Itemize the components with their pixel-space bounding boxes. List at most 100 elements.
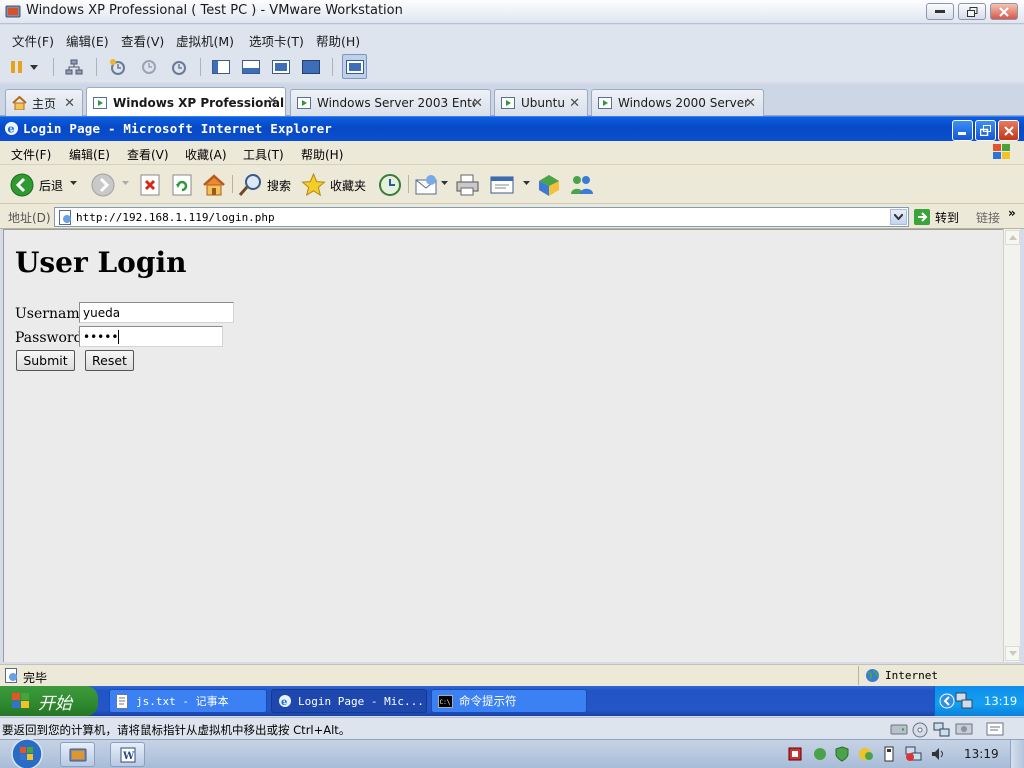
sidebar-view-icon[interactable]	[210, 56, 232, 78]
address-input[interactable]: http://192.168.1.119/login.php	[54, 207, 909, 227]
sound-card-icon[interactable]	[955, 722, 973, 736]
vm-icon	[501, 96, 516, 110]
power-dropdown-icon[interactable]	[27, 56, 41, 78]
close-tab-icon[interactable]: ✕	[745, 96, 756, 111]
pause-icon[interactable]	[6, 56, 28, 78]
message-log-icon[interactable]	[986, 722, 1004, 736]
ie-minimize-button[interactable]	[952, 120, 973, 141]
cd-drive-icon[interactable]	[912, 722, 928, 738]
tray-status-icon[interactable]	[858, 747, 874, 761]
forward-arrow-icon[interactable]	[91, 173, 115, 197]
forward-dropdown-icon[interactable]	[122, 181, 129, 185]
volume-icon[interactable]	[930, 746, 946, 762]
menu-vm[interactable]: 虚拟机(M)	[176, 31, 234, 50]
search-button[interactable]: 搜索	[238, 173, 291, 197]
back-button[interactable]: 后退	[10, 173, 63, 197]
print-icon[interactable]	[455, 173, 480, 197]
taskbar-word-button[interactable]: W	[110, 742, 145, 767]
tab-home[interactable]: 主页 ✕	[5, 89, 83, 116]
ie-menu-view[interactable]: 查看(V)	[127, 146, 169, 163]
host-taskbar: W 13:19	[0, 738, 1024, 768]
menu-help[interactable]: 帮助(H)	[316, 31, 360, 50]
ie-menu-tools[interactable]: 工具(T)	[243, 146, 284, 163]
ie-menu-favorites[interactable]: 收藏(A)	[185, 146, 227, 163]
menu-edit[interactable]: 编辑(E)	[66, 31, 109, 50]
ie-icon: e	[278, 694, 292, 708]
go-button[interactable]: 转到	[913, 208, 959, 226]
hard-disk-icon[interactable]	[890, 722, 908, 736]
windows-start-orb-icon[interactable]	[10, 738, 44, 768]
stop-icon[interactable]	[140, 174, 162, 196]
mail-icon[interactable]	[415, 174, 441, 196]
scroll-down-icon[interactable]	[1005, 646, 1020, 661]
unity-icon[interactable]	[300, 56, 322, 78]
discuss-icon[interactable]	[537, 173, 562, 197]
messenger-icon[interactable]	[569, 173, 595, 197]
network-icon[interactable]	[63, 56, 85, 78]
back-dropdown-icon[interactable]	[70, 181, 77, 185]
svg-text:C:\: C:\	[440, 699, 451, 706]
password-label: Password:	[15, 330, 88, 346]
ie-restore-button[interactable]	[975, 120, 996, 141]
edit-dropdown-icon[interactable]	[523, 181, 530, 185]
maximize-button[interactable]	[958, 3, 986, 20]
menu-view[interactable]: 查看(V)	[121, 31, 164, 50]
ie-menu-edit[interactable]: 编辑(E)	[69, 146, 110, 163]
taskbar-item-command-prompt[interactable]: C:\ 命令提示符	[431, 689, 587, 713]
mail-dropdown-icon[interactable]	[441, 181, 448, 185]
status-text: 完毕	[23, 671, 48, 685]
tray-app-icon[interactable]	[788, 747, 802, 761]
shield-icon[interactable]	[835, 746, 849, 762]
menu-tabs[interactable]: 选项卡(T)	[249, 31, 304, 50]
revert-snapshot-icon[interactable]	[138, 56, 160, 78]
taskbar-vmware-button[interactable]	[60, 742, 95, 767]
close-button[interactable]	[990, 3, 1018, 20]
close-tab-icon[interactable]: ✕	[472, 96, 483, 111]
scroll-up-icon[interactable]	[1005, 230, 1020, 245]
links-button[interactable]: 链接	[976, 209, 1000, 226]
refresh-icon[interactable]	[172, 174, 194, 196]
network-error-icon[interactable]	[905, 746, 923, 762]
chevron-right-icon[interactable]: »	[1008, 206, 1016, 220]
thumbnail-view-icon[interactable]	[342, 54, 367, 79]
edit-icon[interactable]	[490, 174, 516, 196]
windows-logo-icon	[11, 692, 31, 710]
snapshot-manager-icon[interactable]	[168, 56, 190, 78]
show-desktop-button[interactable]	[1010, 740, 1024, 768]
show-hidden-icons-icon[interactable]	[939, 693, 955, 709]
tray-green-icon[interactable]	[813, 747, 827, 761]
taskbar-item-notepad[interactable]: js.txt - 记事本	[109, 689, 267, 713]
taskbar-item-login-page[interactable]: e Login Page - Mic...	[271, 689, 427, 713]
close-tab-icon[interactable]: ✕	[267, 94, 278, 109]
tab-windows-2000-server[interactable]: Windows 2000 Server ✕	[591, 89, 764, 116]
star-icon	[301, 173, 326, 197]
usb-icon[interactable]	[882, 746, 896, 762]
address-dropdown-icon[interactable]	[890, 209, 907, 225]
snapshot-icon[interactable]	[107, 56, 129, 78]
reset-button[interactable]: Reset	[85, 350, 134, 371]
ie-close-button[interactable]	[998, 120, 1019, 141]
vertical-scrollbar[interactable]	[1003, 229, 1020, 662]
submit-button[interactable]: Submit	[16, 350, 75, 371]
tab-windows-xp[interactable]: Windows XP Professional... ✕	[86, 87, 286, 117]
tab-ubuntu[interactable]: Ubuntu ✕	[494, 89, 588, 116]
page-heading: User Login	[15, 246, 187, 279]
network-adapter-icon[interactable]	[933, 722, 951, 738]
password-input[interactable]: •••••	[79, 326, 223, 347]
close-tab-icon[interactable]: ✕	[64, 96, 75, 111]
tab-windows-server-2003[interactable]: Windows Server 2003 Enterpr... ✕	[290, 89, 491, 116]
menu-file[interactable]: 文件(F)	[12, 31, 54, 50]
svg-text:e: e	[281, 697, 287, 708]
ie-menu-file[interactable]: 文件(F)	[11, 146, 51, 163]
console-view-icon[interactable]	[240, 56, 262, 78]
history-icon[interactable]	[377, 173, 402, 197]
close-tab-icon[interactable]: ✕	[569, 96, 580, 111]
full-screen-icon[interactable]	[270, 56, 292, 78]
minimize-button[interactable]	[926, 3, 954, 20]
favorites-button[interactable]: 收藏夹	[301, 173, 366, 197]
network-tray-icon[interactable]	[955, 692, 973, 710]
home-page-icon[interactable]	[202, 173, 226, 197]
username-input[interactable]: yueda	[79, 302, 234, 323]
start-button[interactable]: 开始	[0, 686, 98, 716]
ie-menu-help[interactable]: 帮助(H)	[301, 146, 343, 163]
